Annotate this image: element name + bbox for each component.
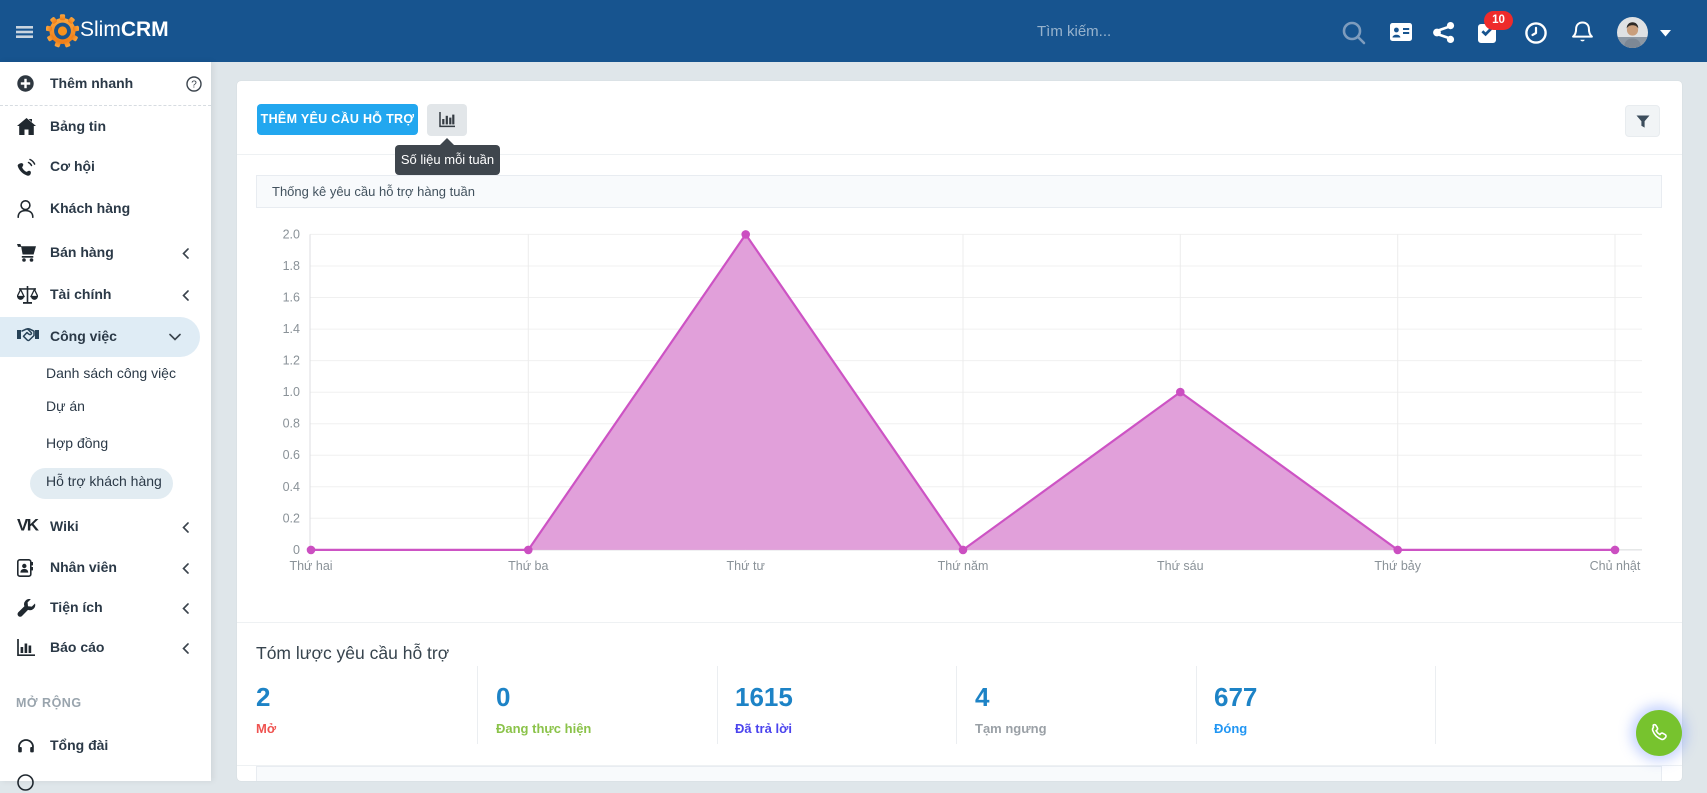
svg-text:1.4: 1.4: [283, 322, 300, 336]
svg-text:0.2: 0.2: [283, 511, 300, 525]
svg-text:1.6: 1.6: [283, 291, 300, 305]
svg-text:Thứ tư: Thứ tư: [727, 559, 765, 573]
svg-text:Thứ ba: Thứ ba: [508, 559, 548, 573]
svg-text:Thứ năm: Thứ năm: [938, 559, 989, 573]
svg-text:Chủ nhật: Chủ nhật: [1590, 559, 1641, 573]
svg-text:Thứ hai: Thứ hai: [289, 559, 332, 573]
svg-text:0.4: 0.4: [283, 480, 300, 494]
svg-text:VK: VK: [17, 518, 39, 532]
svg-text:2.0: 2.0: [283, 227, 300, 241]
svg-text:0: 0: [293, 543, 300, 557]
svg-text:0.6: 0.6: [283, 448, 300, 462]
svg-text:Thứ bảy: Thứ bảy: [1374, 559, 1421, 573]
svg-text:0.8: 0.8: [283, 417, 300, 431]
svg-text:1.2: 1.2: [283, 354, 300, 368]
svg-text:1.0: 1.0: [283, 385, 300, 399]
svg-text:1.8: 1.8: [283, 259, 300, 273]
svg-text:?: ?: [191, 79, 197, 90]
svg-text:Thứ sáu: Thứ sáu: [1157, 559, 1204, 573]
